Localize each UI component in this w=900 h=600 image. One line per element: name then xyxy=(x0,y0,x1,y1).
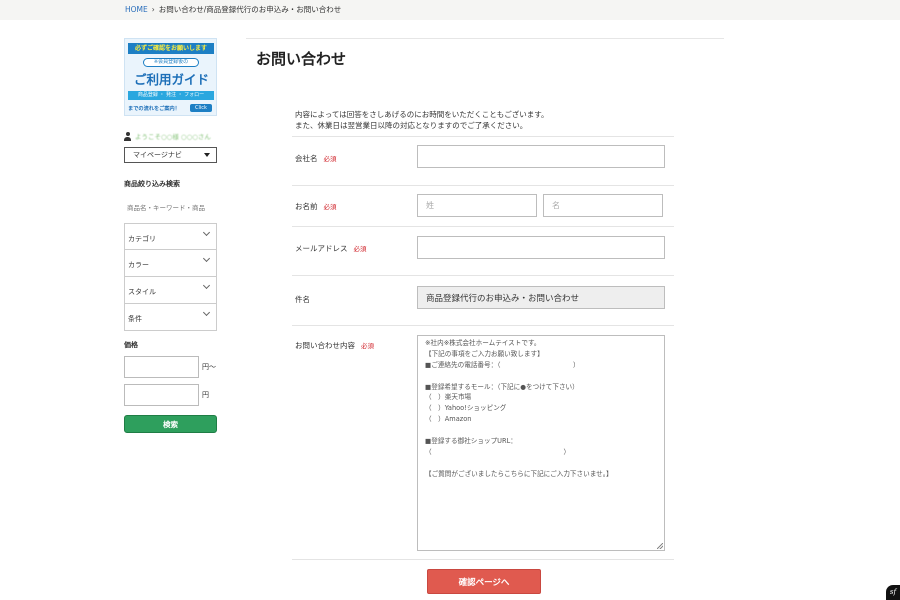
intro-line: また、休業日は翌営業日以降の対応となりますのでご了承ください。 xyxy=(295,121,528,130)
user-icon xyxy=(124,131,131,141)
search-button[interactable]: 検索 xyxy=(124,415,217,433)
subject-input[interactable]: 商品登録代行のお申込み・お問い合わせ xyxy=(417,286,665,309)
intro-line: 内容によっては回答をさしあげるのにお時間をいただくこともございます。 xyxy=(295,110,549,119)
form-bottom-divider xyxy=(292,559,674,560)
inquiry-line: ■ご連絡先の電話番号：（ ） xyxy=(425,360,580,369)
filter-list: カテゴリ カラー スタイル 条件 xyxy=(124,223,218,331)
filter-color[interactable]: カラー xyxy=(124,250,217,277)
chevron-down-icon xyxy=(202,254,211,263)
subject-label: 件名 xyxy=(295,295,310,304)
name-label: お名前 必須 xyxy=(295,202,337,211)
caret-down-icon xyxy=(204,153,210,157)
filter-label: 条件 xyxy=(128,315,142,323)
banner-top-text: 必ずご確認をお願いします xyxy=(128,43,214,54)
inquiry-textarea[interactable]: ※社内※株式会社ホームテイストです。 【下記の事項をご入力お願い致します】 ■ご… xyxy=(417,335,665,551)
price-from-input[interactable] xyxy=(124,356,199,378)
mypage-nav-select[interactable]: マイページナビ xyxy=(124,147,217,163)
filter-style[interactable]: スタイル xyxy=(124,277,217,304)
inquiry-line xyxy=(425,425,664,436)
price-from-row: 円〜 xyxy=(124,356,218,378)
filter-condition[interactable]: 条件 xyxy=(124,304,217,331)
price-to-input[interactable] xyxy=(124,384,199,406)
price-to-row: 円 xyxy=(124,384,218,406)
inquiry-line: （ ） xyxy=(425,447,571,456)
inquiry-line: ■登録希望するモール：（下記に●をつけて下さい） xyxy=(425,382,579,391)
main-divider xyxy=(246,38,724,39)
company-input[interactable] xyxy=(417,145,665,168)
form-row-company: 会社名 必須 xyxy=(292,136,674,186)
first-name-input[interactable]: 名 xyxy=(543,194,663,217)
filter-label: カテゴリ xyxy=(128,235,156,243)
inquiry-line xyxy=(425,371,664,382)
breadcrumb: HOME › お問い合わせ/商品登録代行のお申込み・お問い合わせ xyxy=(0,0,900,20)
form-row-name: お名前 必須 姓 名 xyxy=(292,185,674,227)
breadcrumb-home-link[interactable]: HOME xyxy=(125,5,148,14)
inquiry-line: 【下記の事項をご入力お願い致します】 xyxy=(425,349,544,358)
inquiry-line: （ ）楽天市場 xyxy=(425,393,472,402)
product-search-title: 商品絞り込み検索 xyxy=(124,180,180,188)
page-title: お問い合わせ xyxy=(256,50,347,68)
inquiry-line: （ ）Yahoo!ショッピング xyxy=(425,404,507,413)
site-badge-icon: sf xyxy=(886,585,900,600)
email-input[interactable] xyxy=(417,236,665,259)
company-label: 会社名 必須 xyxy=(295,154,337,163)
banner-main-text: ご利用ガイド xyxy=(133,72,209,87)
inquiry-line: （ ）Amazon xyxy=(425,415,472,424)
intro-text: 内容によっては回答をさしあげるのにお時間をいただくこともございます。 また、休業… xyxy=(295,109,549,131)
banner-click-label: Click xyxy=(190,104,212,112)
required-badge: 必須 xyxy=(323,203,337,211)
required-badge: 必須 xyxy=(361,342,374,350)
price-title: 価格 xyxy=(124,341,138,349)
filter-label: カラー xyxy=(128,261,149,269)
resize-grip-icon[interactable] xyxy=(657,543,663,549)
inquiry-line: ※社内※株式会社ホームテイストです。 xyxy=(425,339,541,347)
inquiry-line: 【ご質問がございましたらこちらに下記にご入力下さいませ。】 xyxy=(425,469,613,478)
email-label: メールアドレス 必須 xyxy=(295,244,367,253)
mypage-nav-label: マイページナビ xyxy=(133,151,182,159)
welcome-message: ようこそ○○様 ○○○さん xyxy=(124,131,218,141)
chevron-down-icon xyxy=(202,308,211,317)
chevron-down-icon xyxy=(202,281,211,290)
form-row-email: メールアドレス 必須 xyxy=(292,226,674,276)
banner-sub-text: ※会員登録後の xyxy=(143,58,199,67)
inquiry-label: お問い合わせ内容 必須 xyxy=(295,341,374,350)
banner-strip-text: 商品登録 ・ 発注 ・ フォロー xyxy=(128,91,214,100)
breadcrumb-separator: › xyxy=(151,5,155,14)
price-from-suffix: 円〜 xyxy=(202,363,216,371)
required-badge: 必須 xyxy=(353,245,367,253)
last-name-input[interactable]: 姓 xyxy=(417,194,537,217)
form-row-subject: 件名 商品登録代行のお申込み・お問い合わせ xyxy=(292,275,674,325)
inquiry-line xyxy=(425,458,664,469)
form-row-inquiry: お問い合わせ内容 必須 ※社内※株式会社ホームテイストです。 【下記の事項をご入力… xyxy=(292,325,674,560)
banner-bottom-text: までの流れをご案内！ xyxy=(128,106,180,112)
keyword-search-input[interactable] xyxy=(124,202,217,214)
user-guide-banner[interactable]: 必ずご確認をお願いします ※会員登録後の ご利用ガイド 商品登録 ・ 発注 ・ … xyxy=(124,38,217,116)
filter-category[interactable]: カテゴリ xyxy=(124,223,217,250)
breadcrumb-current: お問い合わせ/商品登録代行のお申込み・お問い合わせ xyxy=(158,5,342,14)
sidebar: 必ずご確認をお願いします ※会員登録後の ご利用ガイド 商品登録 ・ 発注 ・ … xyxy=(124,38,218,433)
filter-label: スタイル xyxy=(128,288,156,296)
confirm-page-button[interactable]: 確認ページへ xyxy=(427,569,541,594)
welcome-text: ようこそ○○様 ○○○さん xyxy=(135,133,211,141)
price-to-suffix: 円 xyxy=(202,391,209,399)
inquiry-line: ■登録する御社ショップURL： xyxy=(425,437,517,446)
required-badge: 必須 xyxy=(323,155,337,163)
chevron-down-icon xyxy=(202,228,211,237)
